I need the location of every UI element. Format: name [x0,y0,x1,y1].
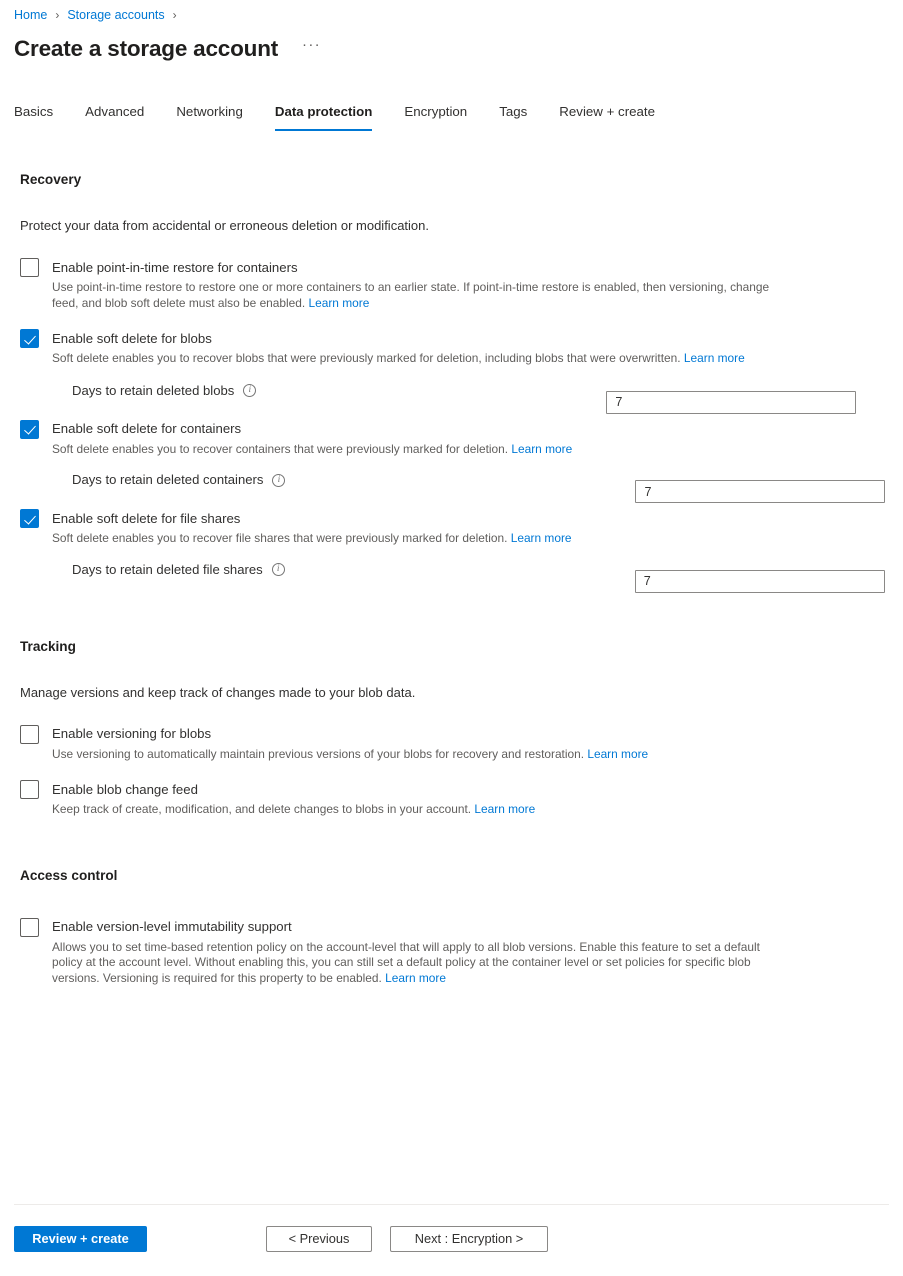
option-blob-change-feed: Enable blob change feed Keep track of cr… [20,780,903,818]
description-text-point-in-time-restore: Use point-in-time restore to restore one… [52,280,770,310]
info-icon-retain-blobs[interactable] [243,384,257,397]
option-versioning-blobs: Enable versioning for blobs Use versioni… [20,724,903,763]
option-soft-delete-file-shares: Enable soft delete for file shares Soft … [20,509,903,593]
breadcrumb-separator-icon: › [55,8,60,22]
checkbox-versioning-blobs[interactable] [20,724,39,744]
section-heading-tracking: Tracking [20,638,76,654]
description-text-versioning-blobs: Use versioning to automatically maintain… [52,746,585,761]
description-blob-change-feed: Keep track of create, modification, and … [52,802,903,818]
input-days-retain-blobs[interactable] [606,390,857,414]
checkbox-row-blob-change-feed[interactable]: Enable blob change feed [20,780,903,799]
description-versioning-blobs: Use versioning to automatically maintain… [52,747,903,763]
next-encryption-button[interactable]: Next : Encryption > [390,1226,548,1252]
checkbox-blob-change-feed[interactable] [20,780,39,799]
breadcrumb: Home › Storage accounts › [14,7,185,24]
description-text-soft-delete-blobs: Soft delete enables you to recover blobs… [52,351,681,365]
breadcrumb-link-home[interactable]: Home [14,7,47,24]
field-row-retain-blobs: Days to retain deleted blobs [72,382,903,414]
description-point-in-time-restore: Use point-in-time restore to restore one… [52,280,770,311]
field-label-retain-blobs: Days to retain deleted blobs [72,382,235,398]
option-soft-delete-containers: Enable soft delete for containers Soft d… [20,419,903,503]
description-soft-delete-file-shares: Soft delete enables you to recover file … [52,531,903,547]
label-soft-delete-blobs[interactable]: Enable soft delete for blobs [52,330,212,348]
learn-more-link-version-level-immutability[interactable]: Learn more [385,971,446,985]
learn-more-link-soft-delete-file-shares[interactable]: Learn more [511,531,572,545]
learn-more-link-versioning-blobs[interactable]: Learn more [587,747,648,761]
review-create-button[interactable]: Review + create [14,1226,147,1252]
info-icon-retain-file-shares[interactable] [271,563,285,576]
create-storage-account-page: Home › Storage accounts › Create a stora… [0,0,903,1276]
learn-more-link-blob-change-feed[interactable]: Learn more [474,802,535,816]
footer-divider [14,1204,889,1205]
option-point-in-time-restore: Enable point-in-time restore for contain… [20,258,903,311]
checkbox-soft-delete-file-shares[interactable] [20,509,39,528]
breadcrumb-separator-icon-2: › [172,8,177,22]
input-days-retain-file-shares[interactable] [634,569,885,593]
input-days-retain-containers[interactable] [635,480,886,503]
tab-bar: Basics Advanced Networking Data protecti… [14,99,687,131]
description-text-soft-delete-file-shares: Soft delete enables you to recover file … [52,531,508,545]
page-title: Create a storage account [14,36,279,61]
data-protection-form: Recovery Protect your data from accident… [0,155,903,986]
checkbox-version-level-immutability[interactable] [20,917,39,937]
section-description-recovery: Protect your data from accidental or err… [20,218,429,233]
breadcrumb-link-storage-accounts[interactable]: Storage accounts [67,7,164,24]
section-heading-access-control: Access control [20,867,118,883]
field-row-retain-file-shares: Days to retain deleted file shares [72,561,903,593]
field-row-retain-containers: Days to retain deleted containers [72,471,903,503]
label-versioning-blobs[interactable]: Enable versioning for blobs [52,725,211,743]
checkbox-soft-delete-containers[interactable] [20,419,39,439]
learn-more-link-soft-delete-blobs[interactable]: Learn more [684,351,745,365]
tab-review-create[interactable]: Review + create [559,99,655,131]
checkbox-row-soft-delete-containers[interactable]: Enable soft delete for containers [20,419,903,439]
option-soft-delete-blobs: Enable soft delete for blobs Soft delete… [20,329,903,414]
description-text-blob-change-feed: Keep track of create, modification, and … [52,802,472,816]
tab-encryption[interactable]: Encryption [404,99,467,131]
checkbox-soft-delete-blobs[interactable] [20,329,39,348]
info-icon-retain-containers[interactable] [272,473,286,487]
checkbox-row-soft-delete-blobs[interactable]: Enable soft delete for blobs [20,329,903,348]
label-version-level-immutability[interactable]: Enable version-level immutability suppor… [52,918,292,936]
checkbox-point-in-time-restore[interactable] [20,258,39,277]
description-text-soft-delete-containers: Soft delete enables you to recover conta… [52,441,509,456]
tab-networking[interactable]: Networking [176,99,243,131]
description-soft-delete-containers: Soft delete enables you to recover conta… [52,442,903,458]
label-soft-delete-file-shares[interactable]: Enable soft delete for file shares [52,510,240,528]
label-soft-delete-containers[interactable]: Enable soft delete for containers [52,420,241,438]
tab-tags[interactable]: Tags [499,99,527,131]
label-point-in-time-restore[interactable]: Enable point-in-time restore for contain… [52,259,298,277]
previous-button[interactable]: < Previous [266,1226,372,1252]
option-version-level-immutability: Enable version-level immutability suppor… [20,917,903,987]
more-actions-icon[interactable]: ··· [298,37,325,52]
title-row: Create a storage account ··· [14,34,325,63]
section-heading-recovery: Recovery [20,172,82,187]
field-label-retain-file-shares: Days to retain deleted file shares [72,561,263,577]
learn-more-link-soft-delete-containers[interactable]: Learn more [511,442,572,456]
section-description-tracking: Manage versions and keep track of change… [20,684,416,700]
tab-advanced[interactable]: Advanced [85,99,144,131]
label-blob-change-feed[interactable]: Enable blob change feed [52,781,198,799]
description-version-level-immutability: Allows you to set time-based retention p… [52,940,762,987]
footer-action-bar: Review + create < Previous Next : Encryp… [0,1226,903,1252]
tab-data-protection[interactable]: Data protection [274,99,372,131]
tab-basics[interactable]: Basics [14,99,53,131]
checkbox-row-versioning-blobs[interactable]: Enable versioning for blobs [20,724,903,744]
checkbox-row-version-level-immutability[interactable]: Enable version-level immutability suppor… [20,917,903,937]
field-label-retain-containers: Days to retain deleted containers [72,472,264,487]
checkbox-row-soft-delete-file-shares[interactable]: Enable soft delete for file shares [20,509,903,528]
checkbox-row-point-in-time-restore[interactable]: Enable point-in-time restore for contain… [20,258,903,277]
description-soft-delete-blobs: Soft delete enables you to recover blobs… [52,351,752,367]
learn-more-link-point-in-time-restore[interactable]: Learn more [309,296,370,310]
